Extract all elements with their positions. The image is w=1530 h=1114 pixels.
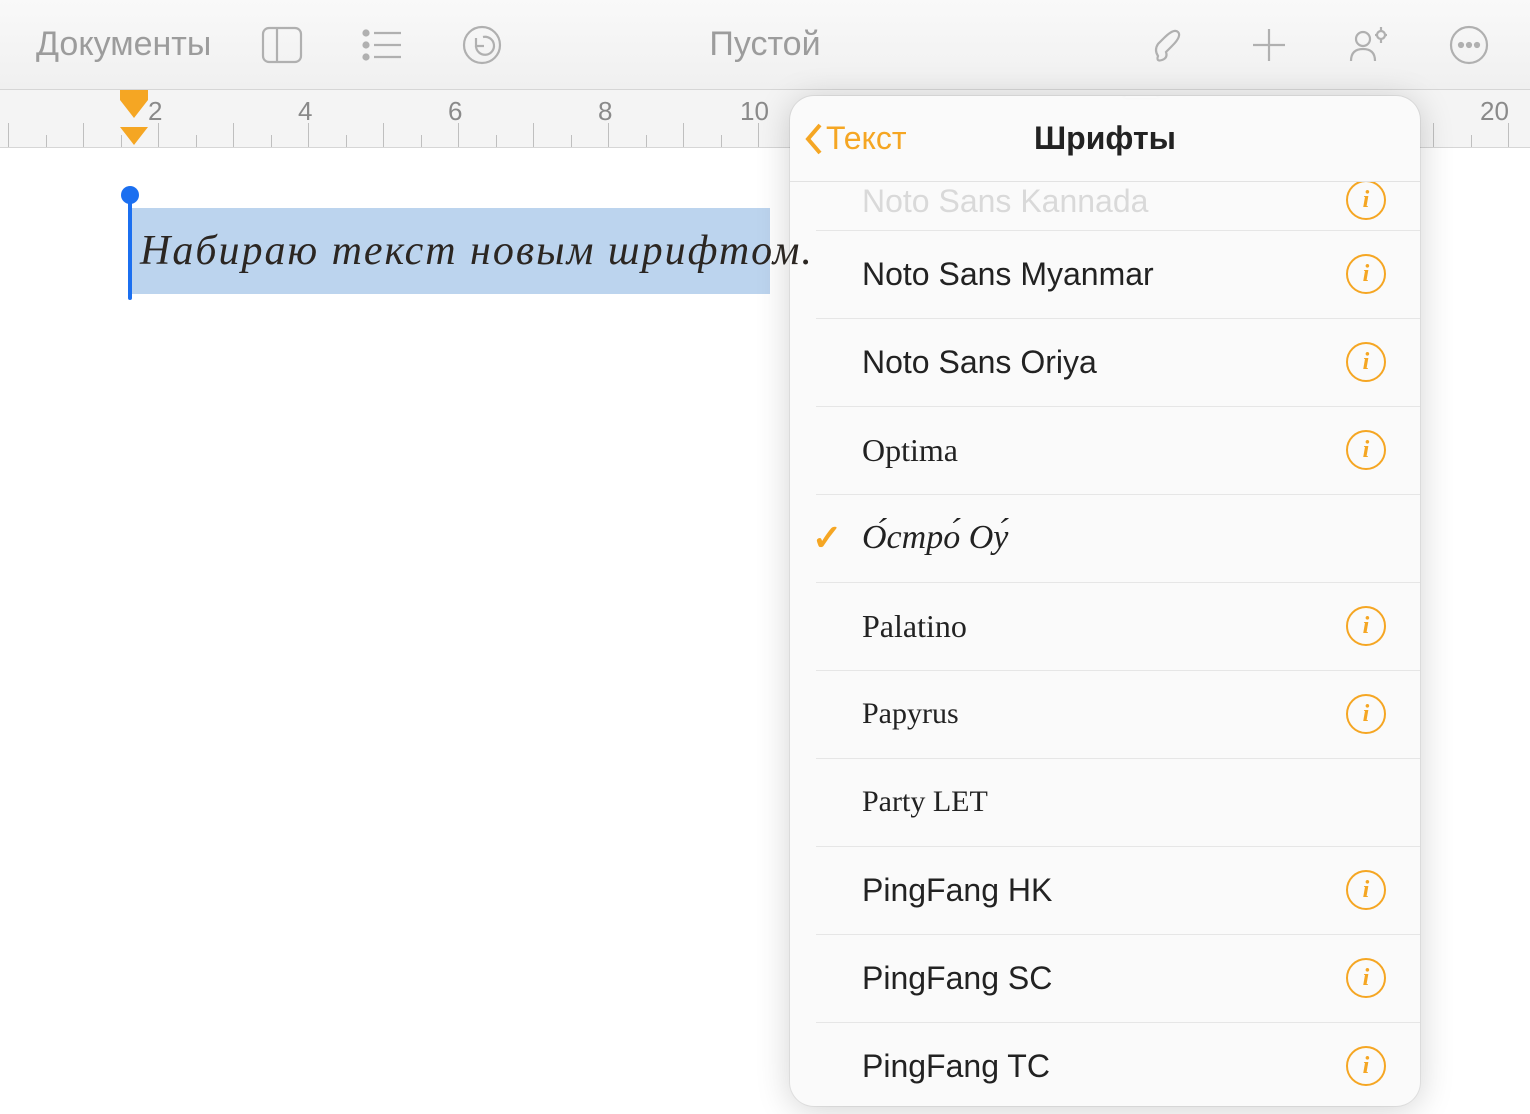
divider xyxy=(816,230,1420,231)
font-info-button[interactable]: i xyxy=(1346,342,1386,382)
divider xyxy=(816,318,1420,319)
font-name-label: О́стро́ Оу́ xyxy=(862,519,1346,557)
font-name-label: Palatino xyxy=(862,608,1346,645)
font-item[interactable]: Palatinoi xyxy=(790,582,1420,670)
documents-back-button[interactable]: Документы xyxy=(36,25,211,64)
more-icon[interactable] xyxy=(1446,22,1492,68)
ruler-number: 10 xyxy=(740,96,769,127)
ruler-tick xyxy=(83,123,84,147)
ruler-tick xyxy=(496,135,497,147)
ruler-number: 2 xyxy=(148,96,162,127)
divider xyxy=(816,846,1420,847)
font-info-button[interactable]: i xyxy=(1346,430,1386,470)
ruler-tick xyxy=(383,123,384,147)
ruler-tick xyxy=(196,135,197,147)
list-icon[interactable] xyxy=(359,22,405,68)
ruler-tick xyxy=(308,123,309,147)
divider xyxy=(816,670,1420,671)
font-info-button[interactable]: i xyxy=(1346,1046,1386,1086)
font-info-button[interactable]: i xyxy=(1346,254,1386,294)
collaborate-icon[interactable] xyxy=(1346,22,1392,68)
font-name-label: Noto Sans Kannada xyxy=(862,183,1346,220)
font-item[interactable]: Noto Sans Oriyai xyxy=(790,318,1420,406)
font-name-label: Optima xyxy=(862,432,1346,469)
toolbar: Документы Пустой xyxy=(0,0,1530,90)
ruler-tick xyxy=(421,135,422,147)
ruler-tick xyxy=(346,135,347,147)
ruler-tick xyxy=(46,135,47,147)
ruler-tick xyxy=(683,123,684,147)
ruler-tick xyxy=(608,123,609,147)
ruler-tick xyxy=(758,123,759,147)
font-name-label: Noto Sans Oriya xyxy=(862,344,1346,381)
font-name-label: Noto Sans Myanmar xyxy=(862,256,1346,293)
undo-icon[interactable] xyxy=(459,22,505,68)
ruler-first-line-marker[interactable] xyxy=(120,100,148,118)
divider xyxy=(816,758,1420,759)
ruler-tick xyxy=(1508,123,1509,147)
add-icon[interactable] xyxy=(1246,22,1292,68)
ruler-tick xyxy=(1433,123,1434,147)
font-item[interactable]: PingFang SCi xyxy=(790,934,1420,1022)
font-list-container[interactable]: Noto Sans KannadaiNoto Sans MyanmariNoto… xyxy=(790,182,1420,1106)
font-info-button[interactable]: i xyxy=(1346,958,1386,998)
checkmark-icon: ✓ xyxy=(812,517,842,559)
divider xyxy=(816,582,1420,583)
font-item[interactable]: ✓О́стро́ Оу́i xyxy=(790,494,1420,582)
divider xyxy=(816,406,1420,407)
ruler-tick xyxy=(8,123,9,147)
ruler-indent-marker[interactable] xyxy=(120,90,148,100)
document-title[interactable]: Пустой xyxy=(709,25,820,64)
font-name-label: PingFang HK xyxy=(862,872,1346,909)
ruler-tick xyxy=(158,123,159,147)
fonts-popover: Текст Шрифты Noto Sans KannadaiNoto Sans… xyxy=(790,96,1420,1106)
ruler-tick xyxy=(1471,135,1472,147)
font-info-button[interactable]: i xyxy=(1346,182,1386,220)
ruler-tick xyxy=(721,135,722,147)
divider xyxy=(816,934,1420,935)
ruler-number: 20 xyxy=(1480,96,1509,127)
ruler-tick xyxy=(571,135,572,147)
font-item[interactable]: Noto Sans Myanmari xyxy=(790,230,1420,318)
font-item[interactable]: PingFang TCi xyxy=(790,1022,1420,1106)
font-info-button[interactable]: i xyxy=(1346,870,1386,910)
font-item[interactable]: Noto Sans Kannadai xyxy=(790,182,1420,230)
popover-back-button[interactable]: Текст xyxy=(802,120,907,157)
font-name-label: PingFang SC xyxy=(862,960,1346,997)
text-block[interactable]: Набираю текст новым шрифтом. xyxy=(130,208,824,294)
divider xyxy=(816,494,1420,495)
toolbar-right-group xyxy=(1146,22,1492,68)
ruler-tick xyxy=(121,135,122,147)
font-list: Noto Sans KannadaiNoto Sans MyanmariNoto… xyxy=(790,182,1420,1106)
font-item[interactable]: PingFang HKi xyxy=(790,846,1420,934)
toolbar-left-group xyxy=(259,22,505,68)
font-info-button[interactable]: i xyxy=(1346,694,1386,734)
font-name-label: Party LET xyxy=(862,785,1346,819)
ruler-number: 6 xyxy=(448,96,462,127)
ruler-tick xyxy=(458,123,459,147)
ruler-tick xyxy=(271,135,272,147)
popover-back-label: Текст xyxy=(826,120,907,157)
ruler-tick xyxy=(233,123,234,147)
font-item[interactable]: Papyrusi xyxy=(790,670,1420,758)
font-name-label: PingFang TC xyxy=(862,1048,1346,1085)
font-item[interactable]: Party LETi xyxy=(790,758,1420,846)
popover-header: Текст Шрифты xyxy=(790,96,1420,182)
ruler-number: 8 xyxy=(598,96,612,127)
popover-title: Шрифты xyxy=(1034,120,1176,157)
ruler-number: 4 xyxy=(298,96,312,127)
font-name-label: Papyrus xyxy=(862,697,1346,731)
sidebar-icon[interactable] xyxy=(259,22,305,68)
format-brush-icon[interactable] xyxy=(1146,22,1192,68)
ruler-tick xyxy=(646,135,647,147)
ruler-left-margin-marker[interactable] xyxy=(120,127,148,145)
font-item[interactable]: Optimai xyxy=(790,406,1420,494)
document-text[interactable]: Набираю текст новым шрифтом. xyxy=(130,227,824,275)
ruler-tick xyxy=(533,123,534,147)
font-info-button[interactable]: i xyxy=(1346,606,1386,646)
divider xyxy=(816,1022,1420,1023)
